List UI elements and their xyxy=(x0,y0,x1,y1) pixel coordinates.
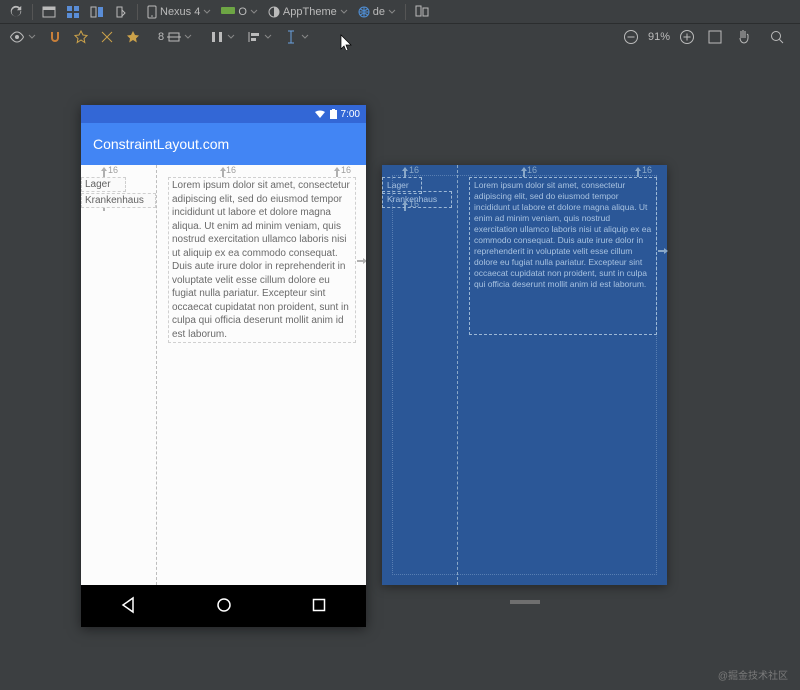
textview-label2[interactable]: Krankenhaus xyxy=(81,193,156,208)
textview-label1[interactable]: Lager xyxy=(81,177,126,192)
locale-picker[interactable]: de xyxy=(355,4,399,20)
variants-icon[interactable] xyxy=(412,3,432,21)
design-surface[interactable]: 7:00 ConstraintLayout.com 16 16 16 16 La… xyxy=(81,105,366,627)
pan-icon[interactable] xyxy=(732,27,754,47)
android-nav-bar xyxy=(81,585,366,627)
zoom-fit-icon[interactable] xyxy=(704,27,726,47)
view-blueprint-icon[interactable] xyxy=(63,3,83,21)
design-toolbar-row2: 8 91% xyxy=(0,24,800,50)
android-status-bar: 7:00 xyxy=(81,105,366,123)
api-label: O xyxy=(238,6,247,18)
design-canvas[interactable]: 7:00 ConstraintLayout.com 16 16 16 16 La… xyxy=(0,50,800,690)
barrier-line[interactable] xyxy=(156,165,157,585)
orientation-icon[interactable] xyxy=(111,3,131,21)
design-toolbar-row1: Nexus 4 O AppTheme de xyxy=(0,0,800,24)
autoconnect-icon[interactable] xyxy=(71,28,91,46)
margin-label: 16 xyxy=(642,165,652,175)
view-design-icon[interactable] xyxy=(39,3,59,21)
app-bar: ConstraintLayout.com xyxy=(81,123,366,165)
zoom-controls: 91% xyxy=(620,27,794,47)
bp-barrier[interactable] xyxy=(457,165,458,585)
nav-back-icon[interactable] xyxy=(120,596,138,617)
locale-label: de xyxy=(373,6,385,18)
wifi-icon xyxy=(314,109,326,119)
blueprint-surface[interactable]: 16 16 16 16 Lager Krankenhaus Lorem ipsu… xyxy=(382,165,667,585)
device-picker[interactable]: Nexus 4 xyxy=(144,3,214,21)
margin-label: 16 xyxy=(226,165,236,175)
zoom-value: 91% xyxy=(648,31,670,43)
infer-constraints-icon[interactable] xyxy=(123,28,143,46)
bp-textview-lorem[interactable]: Lorem ipsum dolor sit amet, consectetur … xyxy=(469,177,657,335)
status-time: 7:00 xyxy=(341,109,360,120)
visibility-icon[interactable] xyxy=(6,29,39,45)
nav-recent-icon[interactable] xyxy=(310,596,328,617)
clear-constraints-icon[interactable] xyxy=(97,28,117,46)
margin-label: 16 xyxy=(409,165,419,175)
default-margin-value: 8 xyxy=(158,31,164,43)
guidelines-icon[interactable] xyxy=(281,28,312,46)
align-icon[interactable] xyxy=(244,28,275,46)
device-label: Nexus 4 xyxy=(160,6,200,18)
layout-content[interactable]: 16 16 16 16 Lager Krankenhaus Lorem ipsu… xyxy=(81,165,366,585)
bp-textview-label2[interactable]: Krankenhaus xyxy=(382,191,452,208)
refresh-icon[interactable] xyxy=(6,3,26,21)
view-both-icon[interactable] xyxy=(87,3,107,21)
pack-icon[interactable] xyxy=(207,28,238,46)
magnet-icon[interactable] xyxy=(45,28,65,46)
nav-home-icon[interactable] xyxy=(215,596,233,617)
search-icon[interactable] xyxy=(766,27,788,47)
watermark: @掘金技术社区 xyxy=(718,667,788,682)
default-margin[interactable]: 8 xyxy=(155,29,195,45)
margin-label: 16 xyxy=(341,165,351,175)
margin-label: 16 xyxy=(108,165,118,175)
theme-picker[interactable]: AppTheme xyxy=(265,4,351,20)
battery-icon xyxy=(330,109,337,119)
api-picker[interactable]: O xyxy=(218,4,261,20)
zoom-in-icon[interactable] xyxy=(676,27,698,47)
blueprint-resize-handle[interactable] xyxy=(382,600,667,610)
textview-lorem[interactable]: Lorem ipsum dolor sit amet, consectetur … xyxy=(168,177,356,343)
theme-label: AppTheme xyxy=(283,6,337,18)
app-title: ConstraintLayout.com xyxy=(93,136,229,152)
zoom-out-icon[interactable] xyxy=(620,27,642,47)
margin-label: 16 xyxy=(527,165,537,175)
